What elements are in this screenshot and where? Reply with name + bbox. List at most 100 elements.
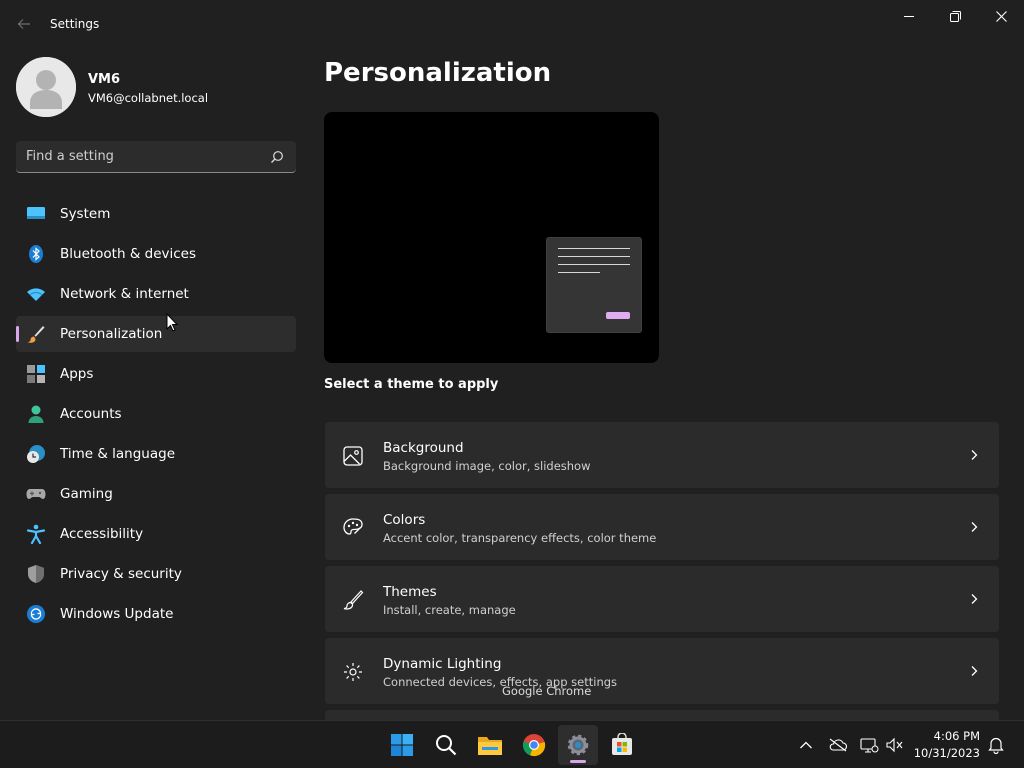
person-icon: [28, 405, 44, 423]
network-icon: [860, 738, 879, 753]
shield-icon: [28, 565, 44, 583]
sidebar-item-accounts[interactable]: Accounts: [16, 396, 296, 432]
taskbar-settings[interactable]: [558, 725, 598, 765]
chevron-up-icon: [800, 741, 812, 749]
brush-icon: [343, 590, 364, 610]
chrome-icon: [522, 734, 546, 757]
accessibility-icon: [26, 524, 46, 544]
sidebar-item-label: Accounts: [60, 406, 122, 422]
store-icon: [612, 733, 632, 755]
image-icon: [343, 446, 363, 466]
tray-overflow-button[interactable]: [796, 735, 816, 755]
search-input[interactable]: [26, 141, 266, 172]
close-button[interactable]: [978, 0, 1024, 32]
card-background[interactable]: Background Background image, color, slid…: [325, 422, 999, 488]
card-title: Themes: [383, 584, 437, 600]
sidebar-item-label: Time & language: [60, 446, 176, 462]
card-partial[interactable]: [325, 710, 999, 720]
sidebar-item-system[interactable]: System: [16, 196, 296, 232]
settings-gear-icon: [567, 734, 589, 756]
tray-volume[interactable]: [885, 735, 905, 755]
user-silhouette-icon: [16, 57, 76, 117]
back-arrow-icon: [17, 19, 30, 29]
running-indicator: [570, 760, 586, 763]
sidebar-item-label: Accessibility: [60, 526, 144, 542]
user-email: VM6@collabnet.local: [88, 91, 209, 105]
sidebar-item-label: Privacy & security: [60, 566, 182, 582]
chevron-right-icon: [971, 666, 978, 676]
chevron-right-icon: [971, 522, 978, 532]
sidebar-item-bluetooth[interactable]: Bluetooth & devices: [16, 236, 296, 272]
notification-button[interactable]: [986, 735, 1006, 755]
minimize-button[interactable]: [886, 0, 932, 32]
active-indicator: [16, 326, 19, 342]
sidebar-item-apps[interactable]: Apps: [16, 356, 296, 392]
card-subtitle: Install, create, manage: [383, 603, 516, 617]
wifi-icon: [27, 288, 45, 301]
update-icon: [27, 605, 45, 623]
palette-icon: [343, 518, 363, 535]
volume-muted-icon: [886, 737, 903, 753]
taskbar-file-explorer[interactable]: [470, 725, 510, 765]
preview-window: [546, 237, 642, 333]
paintbrush-icon: [27, 326, 45, 343]
minimize-icon: [904, 16, 914, 17]
card-title: Dynamic Lighting: [383, 656, 502, 672]
title-bar: Settings: [0, 0, 1024, 48]
sidebar-item-gaming[interactable]: Gaming: [16, 476, 296, 512]
search-icon[interactable]: [270, 150, 284, 164]
sidebar-item-privacy[interactable]: Privacy & security: [16, 556, 296, 592]
card-colors[interactable]: Colors Accent color, transparency effect…: [325, 494, 999, 560]
clock-time[interactable]: 4:06 PM: [934, 729, 980, 743]
search-box[interactable]: [16, 141, 296, 173]
sidebar-item-time-language[interactable]: Time & language: [16, 436, 296, 472]
sidebar-item-network[interactable]: Network & internet: [16, 276, 296, 312]
taskbar-store[interactable]: [602, 725, 642, 765]
taskbar-search-button[interactable]: [426, 725, 466, 765]
sidebar-item-accessibility[interactable]: Accessibility: [16, 516, 296, 552]
lighting-icon: [344, 663, 362, 681]
chevron-right-icon: [971, 450, 978, 460]
sidebar-item-label: Gaming: [60, 486, 113, 502]
user-name: VM6: [88, 72, 121, 87]
tray-onedrive[interactable]: [828, 735, 848, 755]
chevron-right-icon: [971, 594, 978, 604]
tray-network[interactable]: [859, 735, 879, 755]
sidebar-item-label: Personalization: [60, 326, 163, 342]
gamepad-icon: [26, 489, 46, 499]
close-icon: [995, 10, 1007, 22]
theme-caption: Select a theme to apply: [324, 377, 499, 392]
cloud-offline-icon: [829, 738, 848, 752]
avatar[interactable]: [16, 57, 76, 117]
windows-start-icon: [391, 734, 413, 756]
card-themes[interactable]: Themes Install, create, manage: [325, 566, 999, 632]
card-title: Background: [383, 440, 464, 456]
apps-icon: [27, 365, 45, 383]
sidebar-item-label: Windows Update: [60, 606, 174, 622]
monitor-icon: [27, 207, 45, 219]
taskbar-start-button[interactable]: [382, 725, 422, 765]
sidebar-item-label: System: [60, 206, 111, 222]
sidebar-item-label: Bluetooth & devices: [60, 246, 197, 262]
sidebar-item-personalization[interactable]: Personalization: [16, 316, 296, 352]
sidebar-item-label: Apps: [60, 366, 94, 382]
restore-button[interactable]: [932, 0, 978, 32]
card-title: Colors: [383, 512, 426, 528]
bluetooth-icon: [29, 245, 43, 263]
mouse-cursor-icon: [166, 313, 178, 332]
card-dynamic-lighting[interactable]: Dynamic Lighting Connected devices, effe…: [325, 638, 999, 704]
globe-clock-icon: [27, 445, 45, 463]
back-button[interactable]: [10, 12, 38, 36]
card-subtitle: Accent color, transparency effects, colo…: [383, 531, 657, 545]
restore-icon: [949, 10, 961, 22]
sidebar-item-label: Network & internet: [60, 286, 189, 302]
preview-accent-button: [606, 312, 630, 319]
card-subtitle: Background image, color, slideshow: [383, 459, 591, 473]
folder-icon: [478, 737, 502, 755]
theme-preview: [324, 112, 659, 363]
sidebar-nav: System Bluetooth & devices Network & int…: [16, 196, 296, 636]
taskbar: 4:06 PM 10/31/2023: [0, 720, 1024, 768]
taskbar-chrome[interactable]: [514, 725, 554, 765]
sidebar-item-windows-update[interactable]: Windows Update: [16, 596, 296, 632]
clock-date[interactable]: 10/31/2023: [914, 746, 980, 760]
